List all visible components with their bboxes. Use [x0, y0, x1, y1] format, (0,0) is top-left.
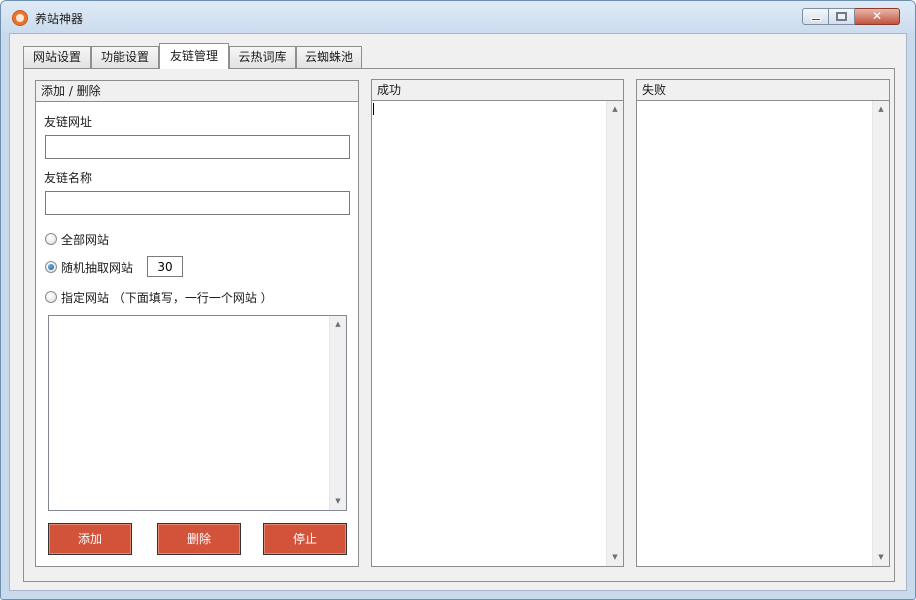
close-icon: ✕ [871, 9, 883, 23]
app-logo-icon [12, 10, 28, 26]
maximize-icon [836, 12, 847, 21]
radio-all-sites-label[interactable]: 全部网站 [61, 231, 109, 248]
close-button[interactable]: ✕ [855, 8, 900, 25]
scroll-up-arrow-icon[interactable]: ▲ [330, 316, 346, 333]
success-panel-header: 成功 [372, 80, 623, 101]
scroll-up-arrow-icon[interactable]: ▲ [873, 101, 889, 118]
title-bar[interactable]: 养站神器 ✕ [1, 1, 915, 33]
maximize-button[interactable] [829, 8, 855, 25]
window-title: 养站神器 [35, 12, 84, 26]
stop-button[interactable]: 停止 [263, 523, 347, 555]
minimize-button[interactable] [802, 8, 829, 25]
success-scrollbar[interactable]: ▲ ▼ [606, 101, 623, 566]
client-area: 网站设置 功能设置 友链管理 云热词库 云蜘蛛池 添加 / 删除 友链网址 友链… [9, 33, 907, 591]
radio-random-sites[interactable] [45, 261, 57, 273]
add-button[interactable]: 添加 [48, 523, 132, 555]
fail-panel-header: 失败 [637, 80, 889, 101]
specified-sites-textarea[interactable]: ▲ ▼ [48, 315, 347, 511]
delete-button[interactable]: 删除 [157, 523, 241, 555]
tab-page-friendlinks: 添加 / 删除 友链网址 友链名称 全部网站 随机抽取网站 指定网站 （下面填写… [23, 68, 895, 582]
tab-cloud-hotwords[interactable]: 云热词库 [229, 46, 296, 68]
random-count-input[interactable] [147, 256, 183, 277]
radio-random-sites-label[interactable]: 随机抽取网站 [61, 259, 133, 276]
tab-website-settings[interactable]: 网站设置 [23, 46, 91, 68]
scroll-up-arrow-icon[interactable]: ▲ [607, 101, 623, 118]
text-caret [373, 103, 374, 115]
success-list[interactable]: ▲ ▼ [372, 101, 623, 566]
add-delete-panel: 添加 / 删除 友链网址 友链名称 全部网站 随机抽取网站 指定网站 （下面填写… [35, 80, 359, 567]
radio-specified-sites-label[interactable]: 指定网站 （下面填写，一行一个网站 ） [61, 289, 273, 306]
radio-specified-sites[interactable] [45, 291, 57, 303]
name-input[interactable] [45, 191, 350, 215]
scroll-down-arrow-icon[interactable]: ▼ [873, 549, 889, 566]
fail-panel: 失败 ▲ ▼ [636, 79, 890, 567]
app-window: 养站神器 ✕ 网站设置 功能设置 友链管理 云热词库 云蜘蛛池 添加 / 删除 … [0, 0, 916, 600]
name-label: 友链名称 [44, 171, 93, 185]
tab-friendlink-management[interactable]: 友链管理 [159, 43, 229, 69]
add-delete-panel-header: 添加 / 删除 [36, 81, 358, 102]
success-panel: 成功 ▲ ▼ [371, 79, 624, 567]
fail-list[interactable]: ▲ ▼ [637, 101, 889, 566]
scroll-down-arrow-icon[interactable]: ▼ [330, 493, 346, 510]
radio-all-sites[interactable] [45, 233, 57, 245]
url-input[interactable] [45, 135, 350, 159]
url-label: 友链网址 [44, 115, 93, 129]
scroll-down-arrow-icon[interactable]: ▼ [607, 549, 623, 566]
fail-scrollbar[interactable]: ▲ ▼ [872, 101, 889, 566]
minimize-icon [811, 18, 821, 21]
tab-function-settings[interactable]: 功能设置 [91, 46, 159, 68]
tab-cloud-spider-pool[interactable]: 云蜘蛛池 [296, 46, 362, 68]
sites-scrollbar[interactable]: ▲ ▼ [329, 316, 346, 510]
